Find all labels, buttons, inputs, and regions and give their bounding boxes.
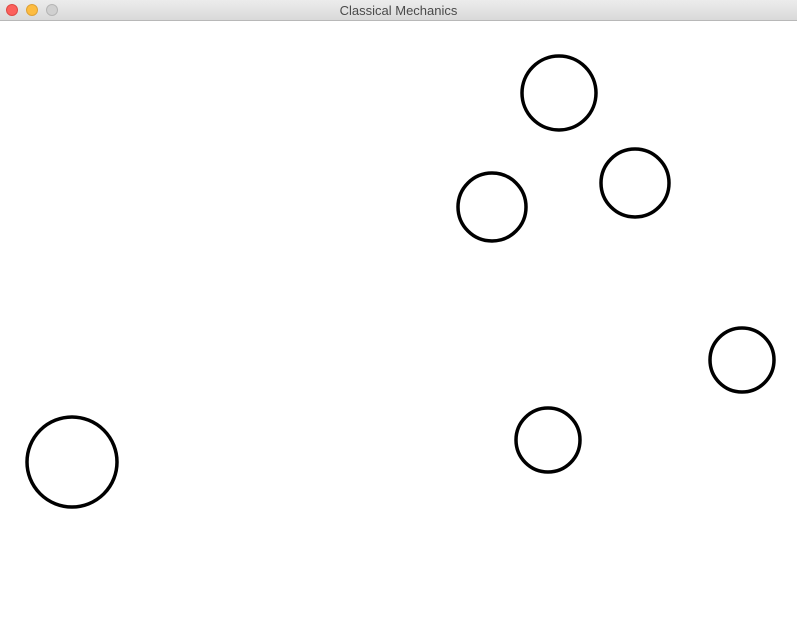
app-window: Classical Mechanics (0, 0, 797, 620)
simulation-svg (25, 54, 776, 509)
ball (514, 406, 582, 474)
ball (708, 326, 776, 394)
simulation-canvas[interactable] (0, 21, 797, 620)
title-bar[interactable]: Classical Mechanics (0, 0, 797, 21)
ball (25, 415, 119, 509)
ball (599, 147, 671, 219)
ball (456, 171, 528, 243)
window-title: Classical Mechanics (339, 3, 458, 18)
ball (520, 54, 598, 132)
